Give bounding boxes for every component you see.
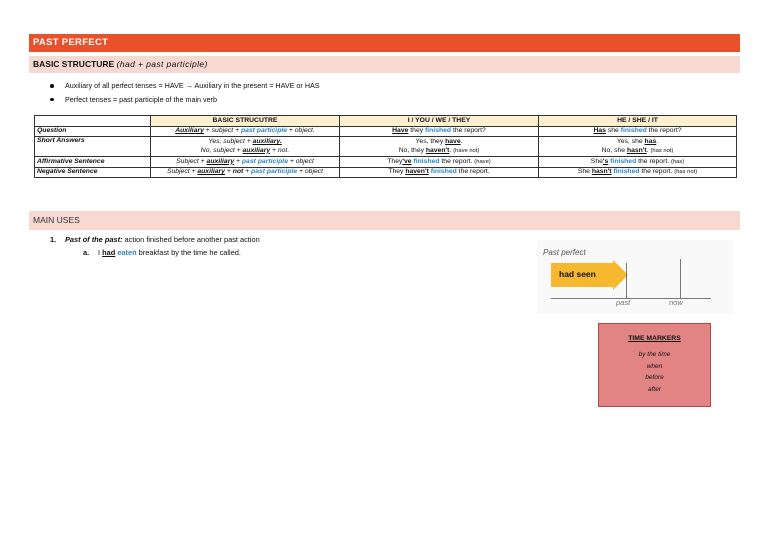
time-marker-item: by the time: [638, 351, 671, 358]
table-row: Question Auxiliary + subject + past part…: [34, 125, 737, 137]
timeline-past-marker: [626, 263, 627, 299]
timeline-now-label: now: [669, 298, 683, 307]
main-use-title: Past of the past:: [65, 235, 123, 244]
table-row: Negative Sentence Subject + auxiliary + …: [34, 166, 737, 178]
page-title: PAST PERFECT: [29, 34, 740, 52]
basic-structure-formula: (had + past participle): [116, 59, 208, 69]
basic-structure-heading: BASIC STRUCTURE (had + past participle): [29, 56, 740, 73]
timeline-now-marker: [680, 259, 681, 299]
rules-list: Auxiliary of all perfect tenses = HAVE →…: [46, 79, 320, 106]
table-row: Short Answers Yes, subject + auxiliary. …: [34, 136, 737, 157]
time-marker-item: after: [647, 385, 661, 393]
cell-short-structure: Yes, subject + auxiliary. No, subject + …: [150, 136, 340, 157]
example-letter: a.: [83, 248, 90, 257]
row-label-short: Short Answers: [34, 136, 151, 157]
row-label-negative: Negative Sentence: [34, 166, 151, 178]
cell-question-singular: Has she finished the report?: [538, 125, 737, 137]
timeline-past-label: past: [616, 298, 631, 307]
cell-negative-singular: She hasn't finished the report. (has not…: [538, 166, 737, 178]
table-header-structure: BASIC STRUCUTRE: [150, 115, 340, 127]
timeline-axis: [551, 298, 711, 299]
time-markers-list: by the time when before after: [599, 349, 710, 395]
time-markers-title: TIME MARKERS: [628, 335, 681, 342]
cell-negative-structure: Subject + auxiliary + not + past partici…: [150, 166, 340, 178]
cell-affirmative-structure: Subject + auxiliary + past participle + …: [150, 156, 340, 168]
table-header-plural: I / YOU / WE / THEY: [339, 115, 539, 127]
table-header-blank: [34, 115, 151, 127]
time-marker-item: when: [646, 362, 663, 370]
main-use-item: 1. Past of the past: action finished befo…: [50, 235, 260, 245]
time-markers-box: TIME MARKERS by the time when before aft…: [598, 323, 711, 407]
main-use-desc: action finished before another past acti…: [122, 235, 260, 244]
main-use-example: a. I had eaten breakfast by the time he c…: [83, 248, 241, 257]
main-use-number: 1.: [50, 235, 57, 244]
cell-affirmative-plural: They've finished the report. (have): [339, 156, 539, 168]
bullet-dot-icon: [50, 97, 54, 101]
cell-short-plural: Yes, they have. No, they haven't. (have …: [339, 136, 539, 157]
cell-affirmative-singular: She's finished the report. (has): [538, 156, 737, 168]
timeline-arrow-label: had seen: [559, 269, 596, 279]
table-header-singular: HE / SHE / IT: [538, 115, 737, 127]
basic-structure-label: BASIC STRUCTURE: [33, 59, 115, 69]
bullet-dot-icon: [50, 84, 54, 88]
main-uses-heading: MAIN USES: [29, 211, 740, 230]
timeline-diagram: Past perfect had seen past now: [537, 240, 733, 314]
timeline-title: Past perfect: [543, 248, 586, 257]
table-row: Affirmative Sentence Subject + auxiliary…: [34, 156, 737, 168]
rule-item: Perfect tenses = past participle of the …: [46, 93, 320, 107]
rule-item: Auxiliary of all perfect tenses = HAVE →…: [46, 79, 320, 93]
cell-short-singular: Yes, she has. No, she hasn't. (has not): [538, 136, 737, 157]
row-label-question: Question: [34, 125, 151, 137]
time-marker-item: before: [645, 374, 664, 381]
row-label-affirmative: Affirmative Sentence: [34, 156, 151, 168]
cell-negative-plural: They haven't finished the report.: [339, 166, 539, 178]
grammar-table: BASIC STRUCUTRE I / YOU / WE / THEY HE /…: [34, 115, 737, 178]
table-header-row: BASIC STRUCUTRE I / YOU / WE / THEY HE /…: [34, 115, 737, 127]
cell-question-structure: Auxiliary + subject + past participle + …: [150, 125, 340, 137]
cell-question-plural: Have they finished the report?: [339, 125, 539, 137]
